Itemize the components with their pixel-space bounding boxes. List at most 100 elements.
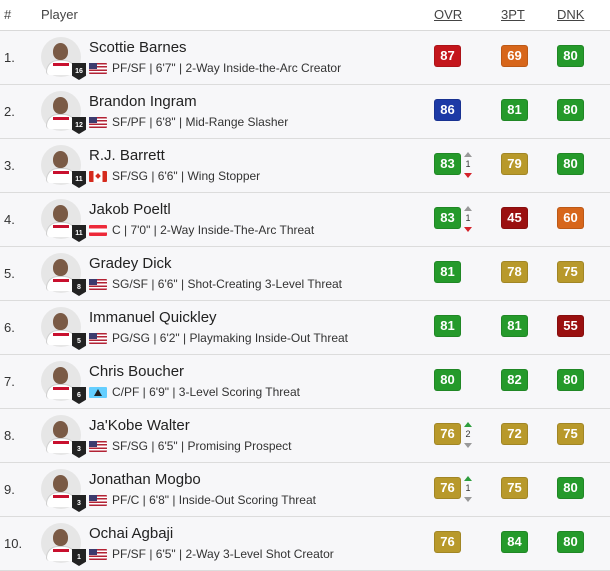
player-avatar[interactable]: 11 [41,145,86,188]
jersey-number-badge: 16 [72,63,86,80]
rank-column-header: # [4,7,12,22]
table-row[interactable]: 2. 12 Brandon Ingram SF/PF | 6'8" | Mid-Ran… [0,85,610,139]
ovr-sort-header[interactable]: OVR [434,7,462,22]
arrow-up-icon [464,422,472,427]
rating-change-indicator: 2 [463,422,473,448]
player-avatar[interactable]: 11 [41,199,86,242]
player-rank: 1. [4,50,15,65]
avatar-jersey-stripe [53,63,69,66]
player-info: PF/SF | 6'5" | 2-Way 3-Level Shot Creato… [89,547,334,561]
player-name-link[interactable]: Immanuel Quickley [89,309,217,326]
avatar-jersey-stripe [53,549,69,552]
player-name-link[interactable]: Ja'Kobe Walter [89,417,190,434]
arrow-up-icon [464,152,472,157]
player-avatar[interactable]: 5 [41,307,86,350]
player-avatar[interactable]: 8 [41,253,86,296]
table-row[interactable]: 9. 3 Jonathan Mogbo PF/C | 6'8" | Inside-Ou… [0,463,610,517]
avatar-jersey-stripe [53,387,69,390]
player-rank: 6. [4,320,15,335]
three-point-rating-badge: 81 [501,99,528,121]
player-info: SG/SF | 6'6" | Shot-Creating 3-Level Thr… [89,277,342,291]
jersey-number-badge: 6 [72,387,86,404]
table-row[interactable]: 7. 6 Chris Boucher C/PF | 6'9" | 3-Level Sc… [0,355,610,409]
three-point-rating-badge: 81 [501,315,528,337]
jersey-number-badge: 11 [72,225,86,242]
table-row[interactable]: 10. 1 Ochai Agbaji PF/SF | 6'5" | 2-Way 3-L… [0,517,610,571]
three-point-rating-badge: 75 [501,477,528,499]
player-avatar[interactable]: 1 [41,523,86,566]
player-rank: 7. [4,374,15,389]
table-body: 1. 16 Scottie Barnes PF/SF | 6'7" | 2-Way I… [0,31,610,571]
player-avatar[interactable]: 6 [41,361,86,404]
avatar-head [53,529,68,546]
ovr-rating-badge: 76 [434,423,461,445]
arrow-up-icon [464,206,472,211]
player-name-link[interactable]: Jonathan Mogbo [89,471,201,488]
table-row[interactable]: 4. 11 Jakob Poeltl C | 7'0" | 2-Way Inside-… [0,193,610,247]
dunk-rating-badge: 60 [557,207,584,229]
player-details: SF/SG | 6'6" | Wing Stopper [112,169,261,183]
player-name-link[interactable]: Chris Boucher [89,363,184,380]
us-flag-icon [89,278,107,290]
dunk-rating-badge: 75 [557,261,584,283]
rating-change-value: 2 [465,429,471,439]
table-row[interactable]: 3. 11 R.J. Barrett SF/SG | 6'6" | Wing Stop… [0,139,610,193]
ovr-rating-badge: 76 [434,531,461,553]
table-row[interactable]: 8. 3 Ja'Kobe Walter SF/SG | 6'5" | Promisin… [0,409,610,463]
rating-change-value: 1 [465,159,471,169]
player-name-link[interactable]: Brandon Ingram [89,93,197,110]
table-row[interactable]: 5. 8 Gradey Dick SG/SF | 6'6" | Shot-Creati… [0,247,610,301]
ovr-rating-badge: 83 [434,207,461,229]
three-point-rating-badge: 78 [501,261,528,283]
avatar-head [53,151,68,168]
three-point-sort-header[interactable]: 3PT [501,7,525,22]
arrow-down-icon [464,227,472,232]
dunk-sort-header[interactable]: DNK [557,7,584,22]
player-details: PF/SF | 6'7" | 2-Way Inside-the-Arc Crea… [112,61,342,75]
avatar-head [53,43,68,60]
player-rank: 5. [4,266,15,281]
ovr-rating-badge: 81 [434,261,461,283]
avatar-jersey-stripe [53,171,69,174]
player-details: C | 7'0" | 2-Way Inside-The-Arc Threat [112,223,315,237]
player-info: PG/SG | 6'2" | Playmaking Inside-Out Thr… [89,331,348,345]
player-name-link[interactable]: R.J. Barrett [89,147,165,164]
player-details: PG/SG | 6'2" | Playmaking Inside-Out Thr… [112,331,348,345]
avatar-jersey-stripe [53,225,69,228]
avatar-head [53,367,68,384]
rating-change-indicator: 1 [463,476,473,502]
player-rank: 3. [4,158,15,173]
arrow-up-icon [464,476,472,481]
ovr-rating-badge: 87 [434,45,461,67]
avatar-jersey-stripe [53,333,69,336]
table-header: # Player OVR 3PT DNK [0,0,610,31]
player-name-link[interactable]: Ochai Agbaji [89,525,173,542]
dunk-rating-badge: 80 [557,153,584,175]
avatar-head [53,475,68,492]
table-row[interactable]: 6. 5 Immanuel Quickley PG/SG | 6'2" | Playm… [0,301,610,355]
jersey-number-badge: 5 [72,333,86,350]
player-avatar[interactable]: 3 [41,469,86,512]
player-name-link[interactable]: Jakob Poeltl [89,201,171,218]
three-point-rating-badge: 72 [501,423,528,445]
avatar-jersey-stripe [53,117,69,120]
player-avatar[interactable]: 12 [41,91,86,134]
table-row[interactable]: 1. 16 Scottie Barnes PF/SF | 6'7" | 2-Way I… [0,31,610,85]
arrow-down-icon [464,173,472,178]
player-avatar[interactable]: 3 [41,415,86,458]
us-flag-icon [89,116,107,128]
player-info: SF/PF | 6'8" | Mid-Range Slasher [89,115,288,129]
player-avatar[interactable]: 16 [41,37,86,80]
dunk-rating-badge: 80 [557,45,584,67]
player-ratings-table: # Player OVR 3PT DNK 1. 16 Scottie Barnes P… [0,0,610,571]
player-name-link[interactable]: Gradey Dick [89,255,172,272]
player-name-link[interactable]: Scottie Barnes [89,39,187,56]
rating-change-value: 1 [465,213,471,223]
rating-change-indicator: 1 [463,152,473,178]
jersey-number-badge: 12 [72,117,86,134]
jersey-number-badge: 1 [72,549,86,566]
dunk-rating-badge: 55 [557,315,584,337]
rating-change-value: 1 [465,483,471,493]
avatar-head [53,97,68,114]
avatar-head [53,259,68,276]
